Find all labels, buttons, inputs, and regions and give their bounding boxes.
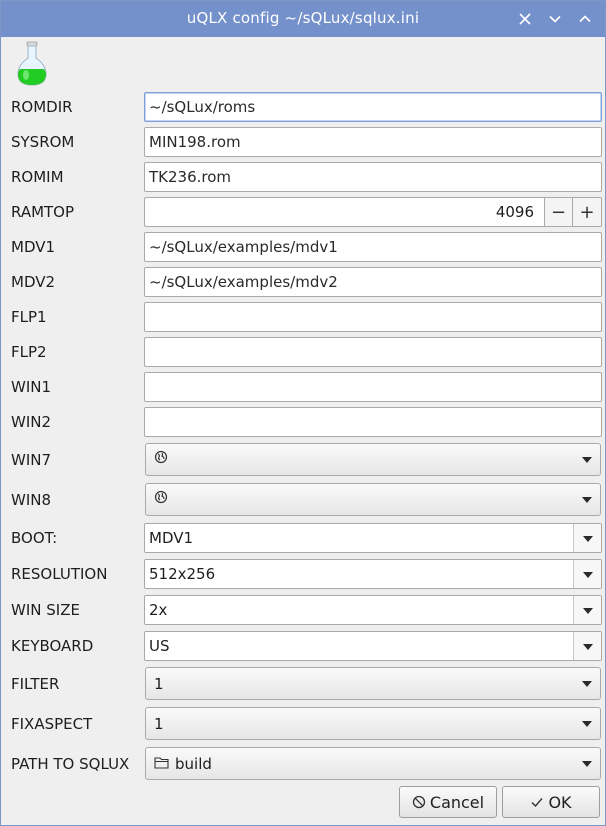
chevron-down-icon[interactable] [573,632,601,660]
globe-icon [154,490,168,503]
close-icon[interactable] [513,7,537,31]
ok-button[interactable]: OK [502,786,600,818]
romdir-label: ROMDIR [11,98,73,116]
win1-input[interactable] [144,372,602,402]
flp1-input[interactable] [144,302,602,332]
chevron-down-icon[interactable] [573,596,601,624]
ok-button-label: OK [548,792,572,812]
flp2-label: FLP2 [11,343,47,361]
maximize-icon[interactable] [573,7,597,31]
win2-label: WIN2 [11,413,52,431]
chevron-down-icon[interactable] [573,560,601,588]
ramtop-decrement-button[interactable]: − [544,197,573,227]
keyboard-value: US [149,637,170,655]
win-size-value: 2x [149,601,168,619]
sysrom-input[interactable]: MIN198.rom [144,127,602,157]
win8-label: WIN8 [11,491,52,509]
filter-dropdown[interactable]: 1 [145,667,601,700]
cancel-button-label: Cancel [429,792,485,812]
title-bar[interactable]: uQLX config ~/sQLux/sqlux.ini [1,1,605,37]
fixaspect-dropdown[interactable]: 1 [145,707,601,740]
globe-icon [154,450,168,463]
fixaspect-value: 1 [154,714,164,733]
mdv2-label: MDV2 [11,273,56,291]
win7-directory-chooser[interactable] [145,443,601,476]
filter-label: FILTER [11,675,60,693]
chevron-down-icon[interactable] [573,524,601,552]
boot-combobox[interactable]: MDV1 [144,523,602,553]
chevron-down-icon [582,681,592,687]
path-to-sqlux-value: build [175,754,212,773]
folder-icon [154,757,169,769]
boot-label: BOOT: [11,529,58,547]
ramtop-input[interactable]: 4096 [144,197,544,227]
chevron-down-icon [582,497,592,503]
filter-value: 1 [154,674,164,693]
win7-label: WIN7 [11,451,52,469]
win1-label: WIN1 [11,378,52,396]
resolution-label: RESOLUTION [11,565,108,583]
resolution-value: 512x256 [149,565,216,583]
checkmark-icon [531,798,543,808]
win2-input[interactable] [144,407,602,437]
flp2-input[interactable] [144,337,602,367]
win-size-label: WIN SIZE [11,601,80,619]
chevron-down-icon [582,721,592,727]
romim-label: ROMIM [11,168,64,186]
chevron-down-icon [582,761,592,767]
keyboard-combobox[interactable]: US [144,631,602,661]
ramtop-increment-button[interactable]: + [572,197,602,227]
boot-value: MDV1 [149,529,194,547]
resolution-combobox[interactable]: 512x256 [144,559,602,589]
path-to-sqlux-chooser[interactable]: build [145,747,601,780]
chevron-down-icon [582,457,592,463]
mdv1-label: MDV1 [11,238,56,256]
flp1-label: FLP1 [11,308,47,326]
flask-icon [17,41,47,86]
minimize-icon[interactable] [543,7,567,31]
win8-directory-chooser[interactable] [145,483,601,516]
cancel-button[interactable]: Cancel [399,786,497,818]
fixaspect-label: FIXASPECT [11,715,93,733]
keyboard-label: KEYBOARD [11,637,94,655]
sysrom-label: SYSROM [11,133,75,151]
path-to-sqlux-label: PATH TO SQLUX [11,755,130,773]
ramtop-label: RAMTOP [11,203,75,221]
config-dialog: uQLX config ~/sQLux/sqlux.ini ROMDIR ~/s… [0,0,606,826]
cancel-icon [412,795,426,809]
mdv1-input[interactable]: ~/sQLux/examples/mdv1 [144,232,602,262]
win-size-combobox[interactable]: 2x [144,595,602,625]
mdv2-input[interactable]: ~/sQLux/examples/mdv2 [144,267,602,297]
romdir-input[interactable]: ~/sQLux/roms [144,92,602,122]
romim-input[interactable]: TK236.rom [144,162,602,192]
